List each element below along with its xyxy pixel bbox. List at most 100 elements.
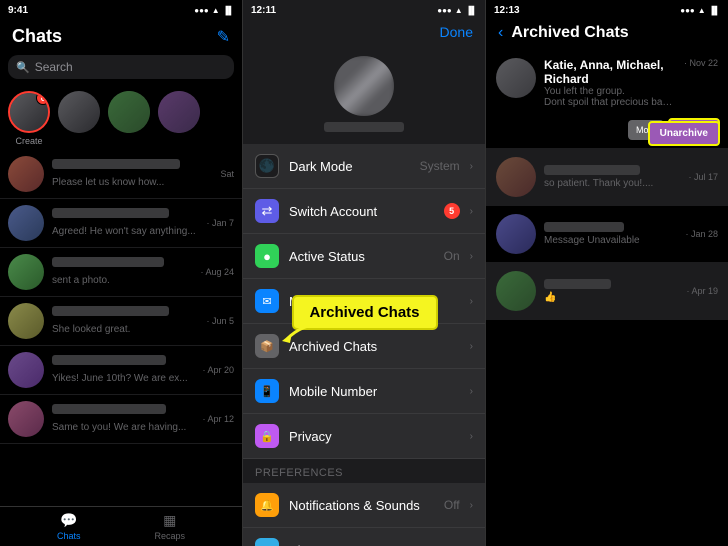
archived-content-2: so patient. Thank you!.... xyxy=(544,165,680,189)
settings-item-mobile-number[interactable]: 📱 Mobile Number › xyxy=(243,369,485,414)
battery-icon-p1: ▐▌ xyxy=(223,6,234,15)
chat-item-2[interactable]: Agreed! He won't say anything... · Jan 7 xyxy=(0,199,242,248)
chat-preview-1: Please let us know how... xyxy=(52,177,164,188)
statusbar-panel1: 9:41 ●●● ▲ ▐▌ xyxy=(0,0,242,20)
story-avatar-3 xyxy=(158,91,200,133)
panel-archived-chats: 12:13 ●●● ▲ ▐▌ ‹ Archived Chats Katie, A… xyxy=(486,0,728,546)
battery-icon-p2: ▐▌ xyxy=(466,6,477,15)
story-1[interactable] xyxy=(58,91,100,146)
archived-avatar-4 xyxy=(496,271,536,311)
chat-item-4[interactable]: She looked great. · Jun 5 xyxy=(0,297,242,346)
chat-avatar-1 xyxy=(8,156,44,192)
active-status-icon: ● xyxy=(255,244,279,268)
archived-chat-list: Katie, Anna, Michael, Richard You left t… xyxy=(486,50,728,546)
chat-item-1[interactable]: Please let us know how... Sat xyxy=(0,150,242,199)
unarchive-button[interactable]: Unarchive xyxy=(648,121,720,146)
phone-contacts-icon: 👥 xyxy=(255,538,279,546)
story-avatar-mine: 6 xyxy=(8,91,50,133)
dark-mode-value: System xyxy=(420,159,460,173)
chat-time-4: · Jun 5 xyxy=(206,316,234,326)
wifi-icon-p1: ▲ xyxy=(212,6,220,15)
story-3[interactable] xyxy=(158,91,200,146)
archived-content-3: Message Unavailable xyxy=(544,222,677,246)
back-icon[interactable]: ‹ xyxy=(498,24,503,42)
dark-mode-icon: 🌑 xyxy=(255,154,279,178)
notifications-label: Notifications & Sounds xyxy=(289,498,434,513)
profile-avatar-blur xyxy=(334,56,394,116)
recaps-tab-icon: ▦ xyxy=(163,512,176,529)
tab-recaps[interactable]: ▦ Recaps xyxy=(154,512,185,541)
story-badge: 6 xyxy=(36,91,50,105)
preferences-section-label: PREFERENCES xyxy=(243,459,485,483)
mobile-number-chevron: › xyxy=(470,386,473,397)
archived-item-2[interactable]: so patient. Thank you!.... · Jul 17 xyxy=(486,149,728,206)
archived-preview-4: 👍 xyxy=(544,292,678,303)
chat-content-4: She looked great. xyxy=(52,306,198,337)
archived-content-1: Katie, Anna, Michael, Richard You left t… xyxy=(544,58,676,108)
stories-row: 6 Create xyxy=(0,83,242,150)
chat-avatar-4 xyxy=(8,303,44,339)
privacy-icon: 🔒 xyxy=(255,424,279,448)
search-bar[interactable]: 🔍 Search xyxy=(8,55,234,79)
status-icons-p1: ●●● ▲ ▐▌ xyxy=(194,6,234,15)
archived-item-3[interactable]: Message Unavailable · Jan 28 xyxy=(486,206,728,263)
archived-item-4[interactable]: 👍 · Apr 19 xyxy=(486,263,728,320)
chat-time-2: · Jan 7 xyxy=(206,218,234,228)
active-status-chevron: › xyxy=(470,251,473,262)
archived-chats-title: Archived Chats xyxy=(511,24,628,42)
story-img-2 xyxy=(108,91,150,133)
settings-item-phone-contacts[interactable]: 👥 Phone Contacts › xyxy=(243,528,485,546)
chat-time-1: Sat xyxy=(220,169,234,179)
status-time-p1: 9:41 xyxy=(8,5,28,16)
chat-preview-4: She looked great. xyxy=(52,324,130,335)
chat-content-3: sent a photo. xyxy=(52,257,192,288)
privacy-label: Privacy xyxy=(289,429,460,444)
battery-icon-p3: ▐▌ xyxy=(709,6,720,15)
archived-chats-chevron: › xyxy=(470,341,473,352)
search-placeholder: Search xyxy=(35,60,73,74)
chat-name-3 xyxy=(52,257,164,267)
signal-icon-p3: ●●● xyxy=(680,6,695,15)
switch-account-badge: 5 xyxy=(444,203,460,219)
create-label: Create xyxy=(15,136,42,146)
settings-header: Done xyxy=(243,20,485,48)
settings-item-privacy[interactable]: 🔒 Privacy › xyxy=(243,414,485,459)
archived-name-3-bar xyxy=(544,222,624,232)
search-icon: 🔍 xyxy=(16,61,30,74)
chat-item-5[interactable]: Yikes! June 10th? We are ex... · Apr 20 xyxy=(0,346,242,395)
archived-preview-1: Dont spoil that precious baby... xyxy=(544,97,676,108)
done-button[interactable]: Done xyxy=(440,24,473,40)
statusbar-panel2: 12:11 ●●● ▲ ▐▌ xyxy=(243,0,485,20)
bottom-tabs: 💬 Chats ▦ Recaps xyxy=(0,506,242,546)
story-create[interactable]: 6 Create xyxy=(8,91,50,146)
chat-name-2 xyxy=(52,208,169,218)
settings-item-notifications[interactable]: 🔔 Notifications & Sounds Off › xyxy=(243,483,485,528)
chat-preview-5: Yikes! June 10th? We are ex... xyxy=(52,373,188,384)
story-avatar-1 xyxy=(58,91,100,133)
signal-icon-p2: ●●● xyxy=(437,6,452,15)
switch-account-icon: ⇄ xyxy=(255,199,279,223)
message-requests-icon: ✉ xyxy=(255,289,279,313)
chats-title: Chats xyxy=(12,26,62,47)
notifications-chevron: › xyxy=(470,500,473,511)
status-time-p3: 12:13 xyxy=(494,5,520,16)
chat-preview-3: sent a photo. xyxy=(52,275,110,286)
tab-chats[interactable]: 💬 Chats xyxy=(57,512,81,541)
chat-item-6[interactable]: Same to you! We are having... · Apr 12 xyxy=(0,395,242,444)
archived-time-1: · Nov 22 xyxy=(684,58,718,68)
chat-item-3[interactable]: sent a photo. · Aug 24 xyxy=(0,248,242,297)
chat-preview-2: Agreed! He won't say anything... xyxy=(52,226,196,237)
chat-time-3: · Aug 24 xyxy=(200,267,234,277)
edit-icon[interactable]: ✎ xyxy=(217,27,230,47)
callout-arrow xyxy=(271,319,331,349)
chat-avatar-6 xyxy=(8,401,44,437)
notifications-value: Off xyxy=(444,498,460,512)
story-img-1 xyxy=(58,91,100,133)
signal-icon-p1: ●●● xyxy=(194,6,209,15)
story-2[interactable] xyxy=(108,91,150,146)
settings-item-active-status[interactable]: ● Active Status On › xyxy=(243,234,485,279)
chat-list: Please let us know how... Sat Agreed! He… xyxy=(0,150,242,506)
panel-settings-wrapper: 12:11 ●●● ▲ ▐▌ Done 🌑 Dark Mode System › xyxy=(243,0,486,546)
settings-item-switch-account[interactable]: ⇄ Switch Account 5 › xyxy=(243,189,485,234)
settings-item-dark-mode[interactable]: 🌑 Dark Mode System › xyxy=(243,144,485,189)
